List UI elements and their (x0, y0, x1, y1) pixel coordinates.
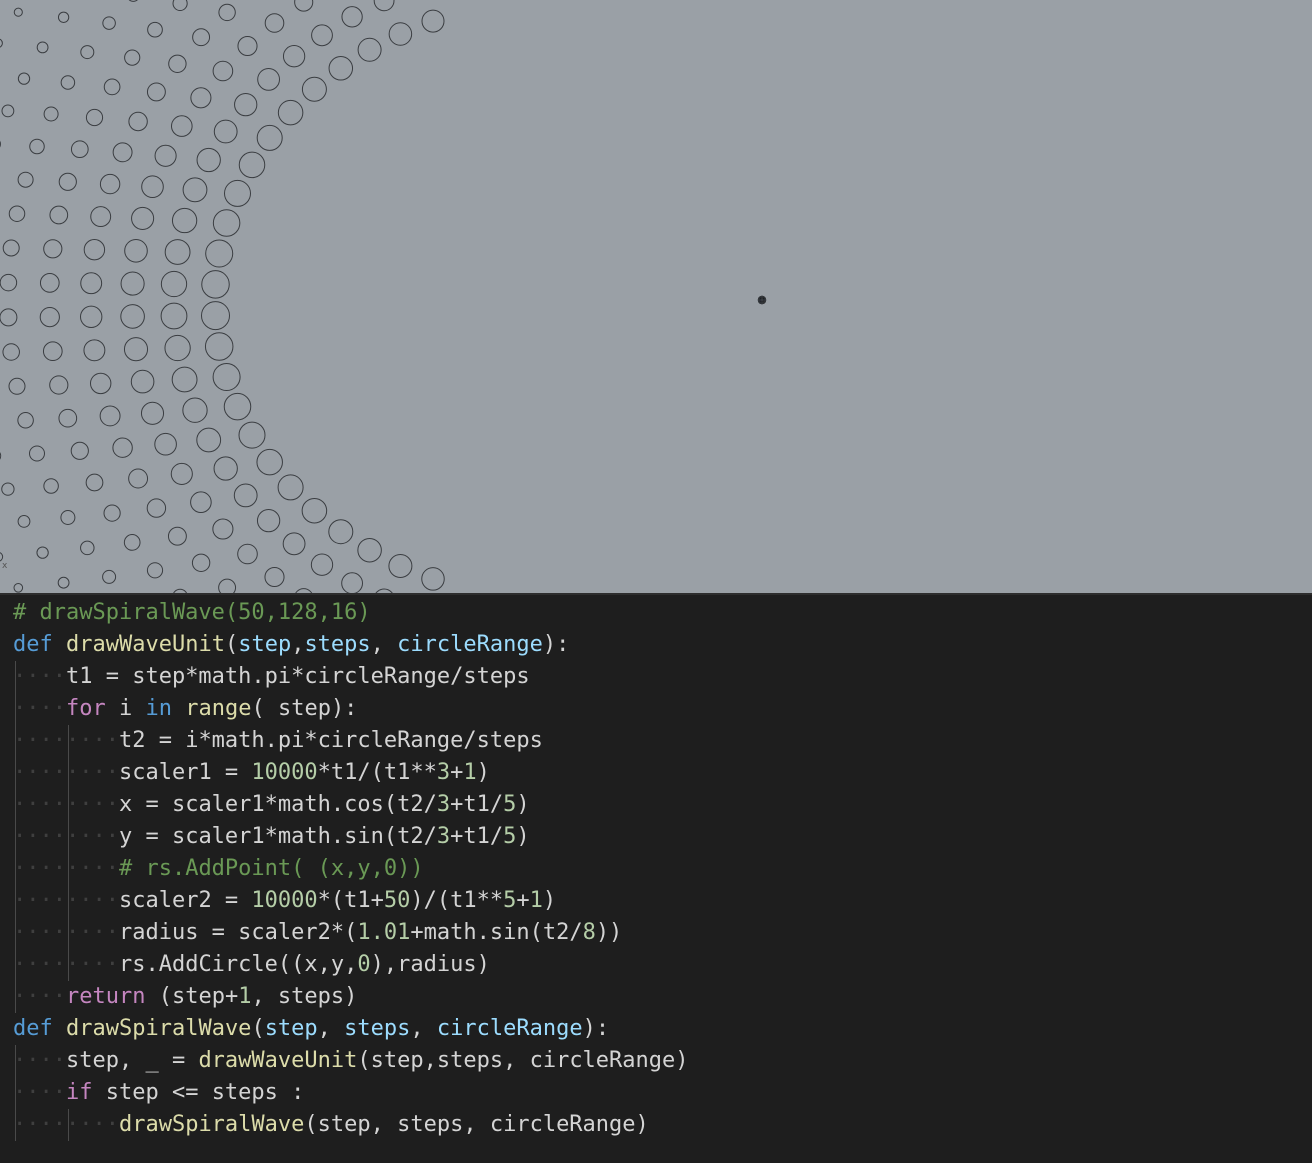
spiral-wave-drawing (0, 0, 767, 593)
rhino-viewport[interactable]: x (0, 0, 1312, 593)
